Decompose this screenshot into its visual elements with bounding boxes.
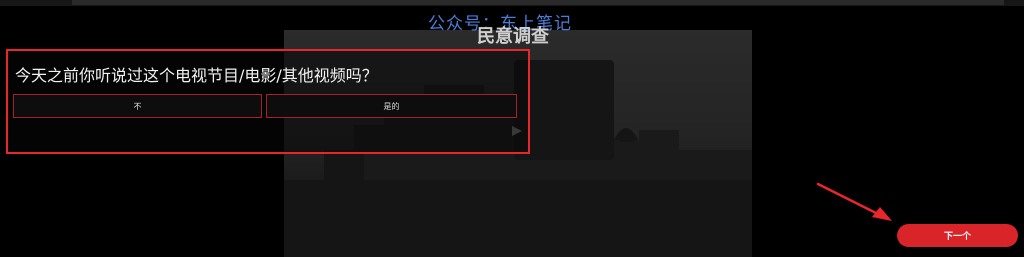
answer-no-button[interactable]: 不 bbox=[13, 94, 262, 118]
answer-yes-button[interactable]: 是的 bbox=[266, 94, 517, 118]
top-bar-strip bbox=[72, 0, 1004, 5]
next-button[interactable]: 下一个 bbox=[897, 224, 1018, 247]
question-box: 今天之前你听说过这个电视节目/电影/其他视频吗？ 不 是的 bbox=[6, 49, 530, 154]
top-bar bbox=[0, 0, 1024, 6]
question-text: 今天之前你听说过这个电视节目/电影/其他视频吗？ bbox=[15, 66, 378, 85]
pointer-arrow-icon bbox=[816, 182, 892, 221]
survey-screen: 公众号：东上笔记 民意调查 今天之前你听说过这个电视节目/电影/其他视频吗？ 不… bbox=[0, 0, 1024, 257]
survey-title: 民意调查 bbox=[477, 26, 549, 47]
